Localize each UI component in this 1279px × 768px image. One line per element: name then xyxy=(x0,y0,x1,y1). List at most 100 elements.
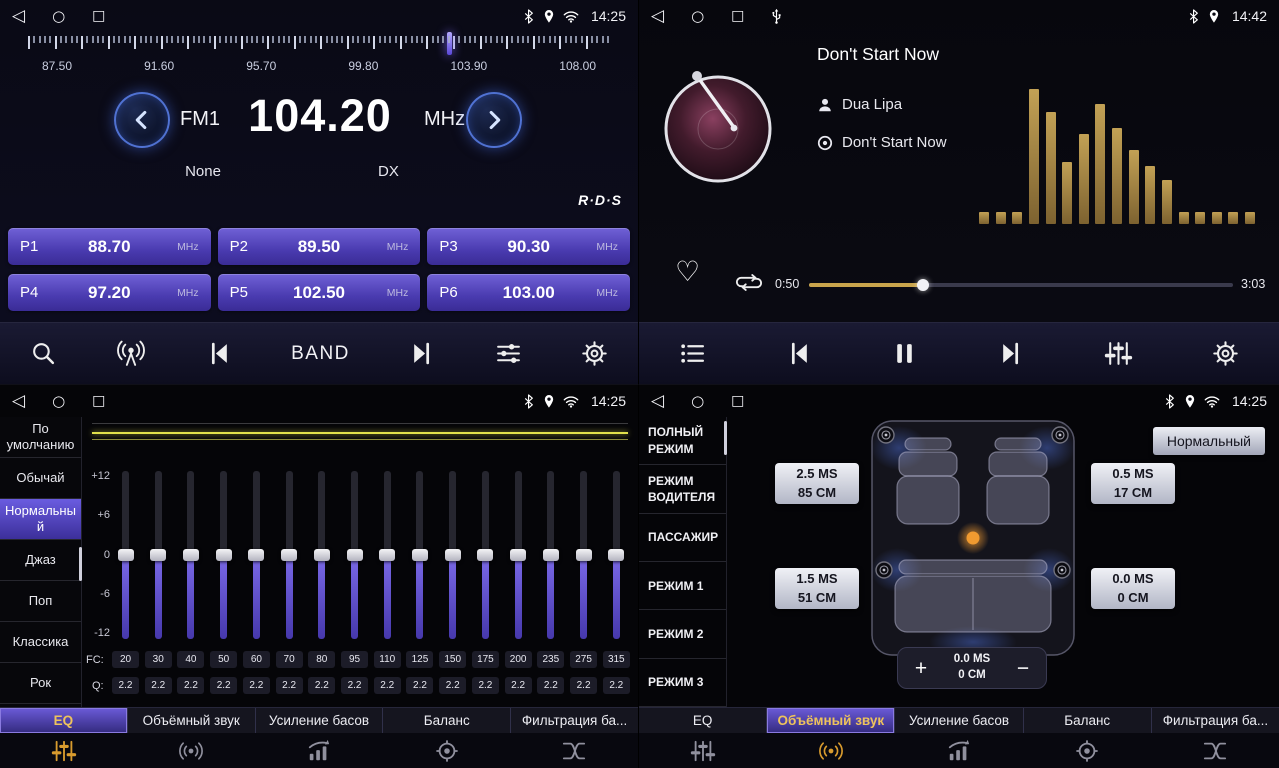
eq-slider-handle[interactable] xyxy=(477,549,493,561)
audio-settings-button[interactable] xyxy=(495,340,522,367)
surround-tab-icon[interactable] xyxy=(128,733,256,768)
eq-slider-handle[interactable] xyxy=(281,549,297,561)
frequency-ruler[interactable]: 87.5091.6095.7099.80103.90108.00 xyxy=(28,36,610,84)
next-station-button[interactable] xyxy=(409,340,436,367)
eq-slider-handle[interactable] xyxy=(510,549,526,561)
eq-band-slider[interactable] xyxy=(308,471,335,639)
audio-tab[interactable]: EQ xyxy=(639,708,767,733)
eq-band-slider[interactable] xyxy=(505,471,532,639)
pause-button[interactable] xyxy=(891,340,918,367)
sound-mode-item[interactable]: РЕЖИМ ВОДИТЕЛЯ xyxy=(639,465,726,513)
eq-band-slider[interactable] xyxy=(603,471,630,639)
sidebar-scrollbar[interactable] xyxy=(724,421,727,455)
sound-mode-item[interactable]: ПОЛНЫЙ РЕЖИМ xyxy=(639,417,726,465)
eq-preset-item[interactable]: Нормальный xyxy=(0,499,81,540)
delay-rear-right-button[interactable]: 0.0 MS 0 CM xyxy=(1091,568,1175,609)
crossover-tab-icon[interactable] xyxy=(1151,733,1279,768)
playlist-button[interactable] xyxy=(679,340,706,367)
eq-band-slider[interactable] xyxy=(406,471,433,639)
audio-tab[interactable]: Баланс xyxy=(383,708,511,733)
back-icon[interactable]: ◁ xyxy=(12,393,25,410)
audio-tab[interactable]: Объёмный звук xyxy=(767,708,895,733)
eq-band-slider[interactable] xyxy=(276,471,303,639)
repeat-button[interactable] xyxy=(735,270,763,300)
settings-button[interactable] xyxy=(1212,340,1239,367)
previous-station-button[interactable] xyxy=(205,340,232,367)
recents-icon[interactable]: □ xyxy=(92,394,105,408)
eq-slider-handle[interactable] xyxy=(347,549,363,561)
eq-band-slider[interactable] xyxy=(243,471,270,639)
band-button[interactable]: BAND xyxy=(291,343,350,365)
preset-button-p5[interactable]: P5102.50MHz xyxy=(218,274,421,311)
seek-bar[interactable] xyxy=(809,283,1233,287)
preset-button-p1[interactable]: P188.70MHz xyxy=(8,228,211,265)
audio-tab[interactable]: Баланс xyxy=(1024,708,1152,733)
recents-icon[interactable]: □ xyxy=(92,9,105,23)
sound-mode-item[interactable]: РЕЖИМ 1 xyxy=(639,562,726,610)
audio-tab[interactable]: Усиление басов xyxy=(256,708,384,733)
eq-slider-handle[interactable] xyxy=(445,549,461,561)
eq-slider-handle[interactable] xyxy=(216,549,232,561)
eq-preset-item[interactable]: Поп xyxy=(0,581,81,622)
previous-track-button[interactable] xyxy=(785,340,812,367)
delay-rear-left-button[interactable]: 1.5 MS 51 CM xyxy=(775,568,859,609)
balance-tab-icon[interactable] xyxy=(383,733,511,768)
sound-mode-item[interactable]: РЕЖИМ 2 xyxy=(639,610,726,658)
favorite-button[interactable]: ♡ xyxy=(675,258,700,286)
back-icon[interactable]: ◁ xyxy=(651,393,664,410)
next-track-button[interactable] xyxy=(998,340,1025,367)
home-icon[interactable]: ○ xyxy=(52,394,65,409)
preset-button-p2[interactable]: P289.50MHz xyxy=(218,228,421,265)
eq-slider-handle[interactable] xyxy=(314,549,330,561)
back-icon[interactable]: ◁ xyxy=(651,8,664,25)
audio-tab[interactable]: Фильтрация ба... xyxy=(1152,708,1279,733)
preset-button-p4[interactable]: P497.20MHz xyxy=(8,274,211,311)
eq-slider-handle[interactable] xyxy=(248,549,264,561)
audio-tab[interactable]: Фильтрация ба... xyxy=(511,708,638,733)
eq-preset-item[interactable]: По умолчанию xyxy=(0,417,81,458)
home-icon[interactable]: ○ xyxy=(52,9,65,24)
eq-band-slider[interactable] xyxy=(210,471,237,639)
recents-icon[interactable]: □ xyxy=(731,9,744,23)
eq-band-slider[interactable] xyxy=(112,471,139,639)
eq-band-slider[interactable] xyxy=(439,471,466,639)
home-icon[interactable]: ○ xyxy=(691,9,704,24)
increase-delay-button[interactable]: + xyxy=(904,658,938,679)
tune-up-button[interactable] xyxy=(466,92,522,148)
eq-slider-handle[interactable] xyxy=(118,549,134,561)
eq-band-slider[interactable] xyxy=(145,471,172,639)
eq-slider-handle[interactable] xyxy=(412,549,428,561)
sound-profile-button[interactable]: Нормальный xyxy=(1153,427,1265,455)
eq-slider-handle[interactable] xyxy=(543,549,559,561)
eq-preset-item[interactable]: Рок xyxy=(0,663,81,704)
eq-band-slider[interactable] xyxy=(177,471,204,639)
audio-tab[interactable]: Усиление басов xyxy=(895,708,1023,733)
audio-tab[interactable]: Объёмный звук xyxy=(128,708,256,733)
decrease-delay-button[interactable]: − xyxy=(1006,658,1040,679)
eq-slider-handle[interactable] xyxy=(150,549,166,561)
eq-band-slider[interactable] xyxy=(374,471,401,639)
tune-down-button[interactable] xyxy=(114,92,170,148)
eq-slider-handle[interactable] xyxy=(576,549,592,561)
eq-band-slider[interactable] xyxy=(472,471,499,639)
broadcast-button[interactable] xyxy=(116,340,146,367)
audio-tab[interactable]: EQ xyxy=(0,708,128,733)
back-icon[interactable]: ◁ xyxy=(12,8,25,25)
bass-boost-tab-icon[interactable] xyxy=(895,733,1023,768)
delay-front-right-button[interactable]: 0.5 MS 17 CM xyxy=(1091,463,1175,504)
eq-band-slider[interactable] xyxy=(537,471,564,639)
surround-tab-icon[interactable] xyxy=(767,733,895,768)
recents-icon[interactable]: □ xyxy=(731,394,744,408)
home-icon[interactable]: ○ xyxy=(691,394,704,409)
eq-slider-handle[interactable] xyxy=(183,549,199,561)
eq-band-slider[interactable] xyxy=(570,471,597,639)
settings-button[interactable] xyxy=(581,340,608,367)
sound-mode-item[interactable]: РЕЖИМ 3 xyxy=(639,659,726,707)
seek-handle[interactable] xyxy=(917,279,929,291)
eq-band-slider[interactable] xyxy=(341,471,368,639)
crossover-tab-icon[interactable] xyxy=(510,733,638,768)
eq-slider-handle[interactable] xyxy=(608,549,624,561)
eq-preset-item[interactable]: Обычай xyxy=(0,458,81,499)
eq-tab-icon[interactable] xyxy=(639,733,767,768)
eq-preset-item[interactable]: Классика xyxy=(0,622,81,663)
